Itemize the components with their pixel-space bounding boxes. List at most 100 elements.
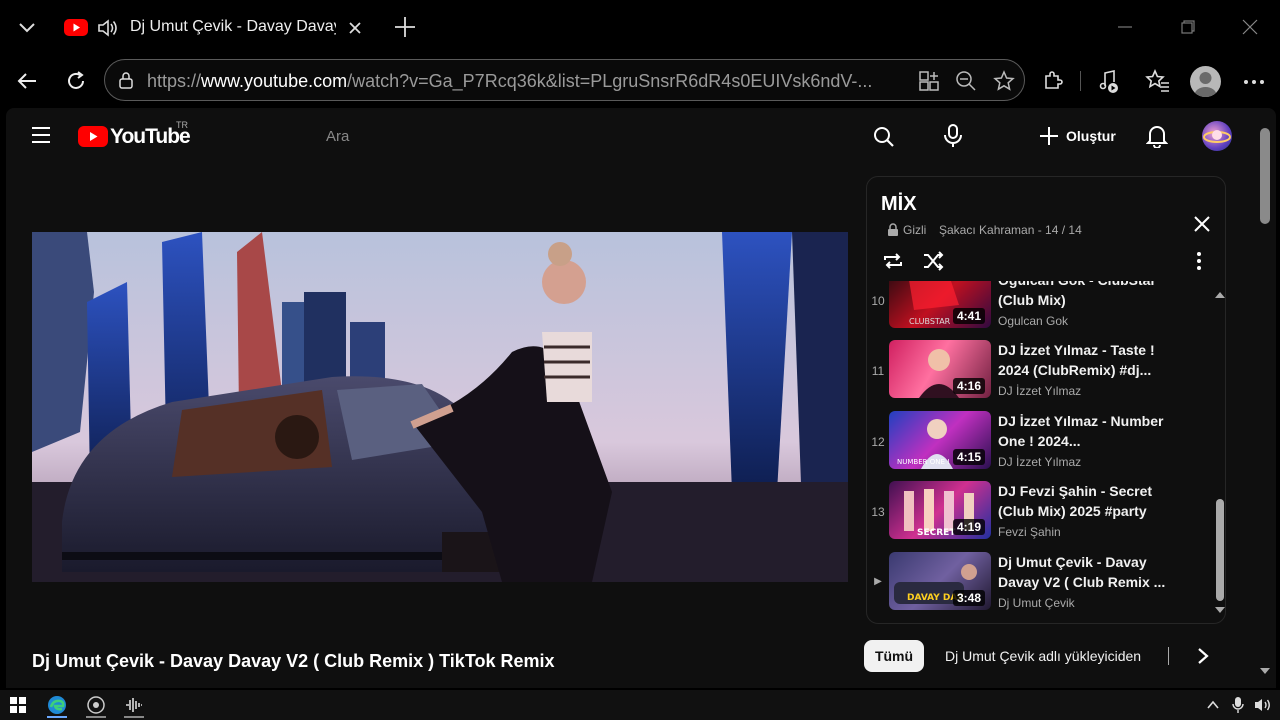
- browser-toolbar: https://www.youtube.com/watch?v=Ga_P7Rcq…: [0, 56, 1280, 108]
- item-duration: 4:15: [952, 449, 985, 465]
- profile-avatar[interactable]: [1190, 66, 1221, 97]
- youtube-logo[interactable]: YouTube TR: [78, 120, 198, 152]
- new-tab-plus-icon[interactable]: [393, 15, 417, 39]
- close-panel-icon[interactable]: [1192, 214, 1212, 234]
- playlist-item[interactable]: 10 CLUBSTAR 4:41 Ogulcan Gok - ClubStar …: [867, 281, 1209, 336]
- search-placeholder: Ara: [326, 128, 350, 145]
- taskbar-app-icon[interactable]: [86, 695, 106, 718]
- tab-title: Dj Umut Çevik - Davay Davay V: [130, 18, 336, 35]
- item-index: 13: [871, 505, 885, 519]
- favorite-star-icon[interactable]: [993, 70, 1015, 92]
- refresh-icon[interactable]: [64, 69, 88, 93]
- playlist-items: 10 CLUBSTAR 4:41 Ogulcan Gok - ClubStar …: [867, 281, 1213, 623]
- scroll-up-arrow-icon[interactable]: [1215, 290, 1225, 298]
- region-code: TR: [176, 120, 188, 130]
- item-title: DJ İzzet Yılmaz - Number One ! 2024...: [998, 413, 1164, 449]
- search-box[interactable]: Ara: [320, 118, 840, 154]
- svg-text:CLUBSTAR: CLUBSTAR: [909, 317, 951, 326]
- create-plus-icon: [1038, 125, 1060, 147]
- browser-tab-bar: Dj Umut Çevik - Davay Davay V: [0, 0, 1280, 56]
- media-control-icon[interactable]: [1096, 69, 1122, 95]
- active-app-indicator: [47, 716, 67, 718]
- item-thumbnail: DAVAY DAV 3:48: [889, 552, 991, 610]
- item-thumbnail: CLUBSTAR 4:41: [889, 281, 991, 328]
- search-icon[interactable]: [872, 125, 896, 149]
- item-channel: Dj Umut Çevik: [998, 596, 1075, 610]
- svg-text:NUMBER ONE !: NUMBER ONE !: [897, 458, 950, 466]
- item-channel: DJ İzzet Yılmaz: [998, 455, 1082, 469]
- mix-title: MİX: [881, 193, 917, 215]
- playlist-item[interactable]: 12 NUMBER ONE ! 4:15 DJ İzzet Yılmaz - N…: [867, 411, 1209, 477]
- now-playing-indicator: ▶: [874, 576, 882, 587]
- zoom-icon[interactable]: [955, 70, 977, 92]
- item-title: DJ İzzet Yılmaz - Taste ! 2024 (ClubRemi…: [998, 342, 1155, 378]
- youtube-page: YouTube TR Ara Oluştur Dj Umut Çevik - D…: [6, 108, 1276, 688]
- scroll-down-arrow-icon[interactable]: [1215, 607, 1225, 615]
- mix-playlist-panel: MİX Gizli Şakacı Kahraman - 14 / 14 10 C…: [866, 176, 1226, 624]
- tray-overflow-chevron-icon[interactable]: [1206, 698, 1220, 712]
- playlist-item[interactable]: 13 SECRET 4:19 DJ Fevzi Şahin - Secret (…: [867, 481, 1209, 547]
- item-channel: Ogulcan Gok: [998, 314, 1069, 328]
- create-button[interactable]: Oluştur: [1036, 123, 1120, 149]
- item-index: 11: [871, 364, 885, 378]
- running-app-indicator: [86, 716, 106, 718]
- microphone-tray-icon[interactable]: [1231, 696, 1245, 714]
- item-index: 12: [871, 435, 885, 449]
- item-thumbnail: 4:16: [889, 340, 991, 398]
- extensions-puzzle-icon[interactable]: [1041, 69, 1065, 93]
- video-title: Dj Umut Çevik - Davay Davay V2 ( Club Re…: [32, 651, 555, 671]
- youtube-header: YouTube TR Ara Oluştur: [6, 108, 1276, 164]
- playlist-item[interactable]: 11 4:16 DJ İzzet Yılmaz - Taste ! 2024 (…: [867, 340, 1209, 406]
- item-thumbnail: SECRET 4:19: [889, 481, 991, 539]
- video-player[interactable]: [32, 232, 848, 582]
- playlist-more-icon[interactable]: [1196, 251, 1202, 271]
- minimize-icon[interactable]: [1116, 18, 1134, 36]
- shuffle-playlist-icon[interactable]: [921, 249, 945, 273]
- url-text: https://www.youtube.com/watch?v=Ga_P7Rcq…: [147, 71, 873, 91]
- item-index: 10: [871, 294, 885, 308]
- loop-playlist-icon[interactable]: [881, 249, 905, 273]
- item-title: DJ Fevzi Şahin - Secret (Club Mix) 2025 …: [998, 483, 1153, 519]
- video-frame: [32, 232, 848, 582]
- back-arrow-icon[interactable]: [15, 69, 39, 93]
- item-duration: 4:16: [952, 378, 985, 394]
- page-scroll-down-icon[interactable]: [1260, 668, 1270, 676]
- restore-icon[interactable]: [1179, 18, 1197, 36]
- chip-all[interactable]: Tümü: [864, 640, 924, 672]
- item-channel: Fevzi Şahin: [998, 525, 1061, 539]
- tab-audio-icon[interactable]: [96, 17, 120, 39]
- settings-more-icon[interactable]: [1243, 71, 1265, 93]
- guide-menu-icon[interactable]: [30, 125, 52, 145]
- favorites-collection-icon[interactable]: [1145, 69, 1171, 93]
- volume-tray-icon[interactable]: [1253, 696, 1273, 714]
- audio-app-icon[interactable]: [124, 695, 144, 718]
- privacy-label: Gizli: [903, 223, 927, 237]
- create-label: Oluştur: [1066, 128, 1116, 144]
- windows-taskbar: [0, 690, 1280, 720]
- page-scrollbar-thumb[interactable]: [1260, 128, 1270, 224]
- windows-start-icon[interactable]: [10, 697, 26, 713]
- panel-scrollbar-thumb[interactable]: [1216, 499, 1224, 601]
- voice-search-mic-icon[interactable]: [942, 123, 964, 149]
- tab-close-icon[interactable]: [346, 19, 364, 37]
- private-lock-icon: [887, 223, 899, 237]
- item-thumbnail: NUMBER ONE ! 4:15: [889, 411, 991, 469]
- account-avatar[interactable]: [1202, 121, 1232, 151]
- site-info-lock-icon[interactable]: [117, 71, 135, 89]
- app-available-icon[interactable]: [918, 70, 940, 92]
- address-bar[interactable]: https://www.youtube.com/watch?v=Ga_P7Rcq…: [104, 59, 1025, 101]
- notifications-bell-icon[interactable]: [1146, 124, 1168, 148]
- browser-tab[interactable]: Dj Umut Çevik - Davay Davay V: [52, 8, 378, 48]
- youtube-favicon-icon: [64, 19, 88, 36]
- item-duration: 3:48: [952, 590, 985, 606]
- toolbar-divider: [1080, 71, 1081, 91]
- tab-actions-chevron-icon[interactable]: [16, 16, 38, 38]
- window-close-icon[interactable]: [1241, 18, 1259, 36]
- item-title: Dj Umut Çevik - Davay Davay V2 ( Club Re…: [998, 554, 1166, 590]
- chip-from-uploader[interactable]: Dj Umut Çevik adlı yükleyiciden: [945, 648, 1141, 664]
- playlist-item-now-playing[interactable]: ▶ DAVAY DAV 3:48 Dj Umut Çevik - Davay D…: [867, 552, 1209, 618]
- svg-text:SECRET: SECRET: [917, 528, 956, 538]
- edge-browser-icon[interactable]: [47, 695, 67, 718]
- chips-next-arrow-icon[interactable]: [1196, 646, 1210, 666]
- item-channel: DJ İzzet Yılmaz: [998, 384, 1082, 398]
